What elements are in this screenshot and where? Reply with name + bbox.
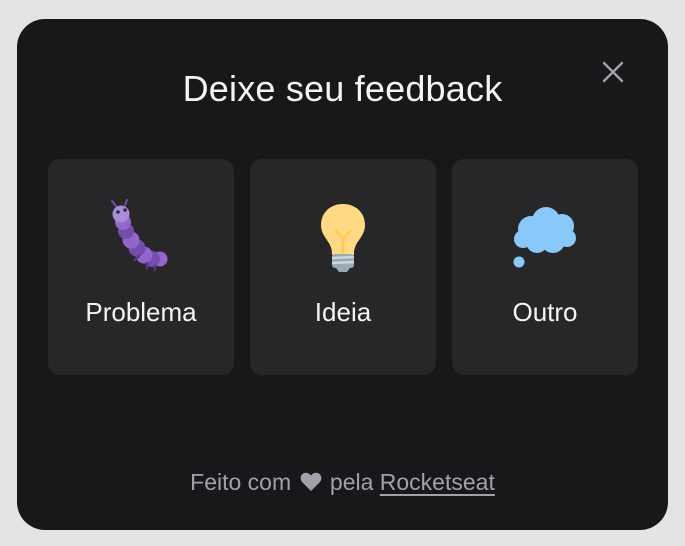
option-problem-label: Problema [85, 297, 197, 327]
feedback-type-options: Problema Ideia Outro [48, 159, 638, 375]
rocketseat-link[interactable]: Rocketseat [380, 469, 495, 495]
option-idea-button[interactable]: Ideia [250, 159, 436, 375]
footer-middle: pela [329, 469, 374, 495]
option-other-button[interactable]: Outro [452, 159, 638, 375]
option-other-label: Outro [512, 297, 578, 327]
bug-icon [103, 199, 179, 275]
heart-icon [300, 472, 322, 496]
feedback-widget: Deixe seu feedback Problema Ideia Outro … [17, 19, 668, 530]
footer-prefix: Feito com [190, 469, 292, 495]
widget-title: Deixe seu feedback [182, 68, 503, 109]
close-button[interactable] [596, 57, 630, 91]
close-icon [601, 60, 625, 89]
option-problem-button[interactable]: Problema [48, 159, 234, 375]
footer: Feito com pela Rocketseat [17, 471, 668, 496]
option-idea-label: Ideia [314, 297, 372, 327]
thought-balloon-icon [507, 199, 583, 275]
lightbulb-icon [305, 199, 381, 275]
